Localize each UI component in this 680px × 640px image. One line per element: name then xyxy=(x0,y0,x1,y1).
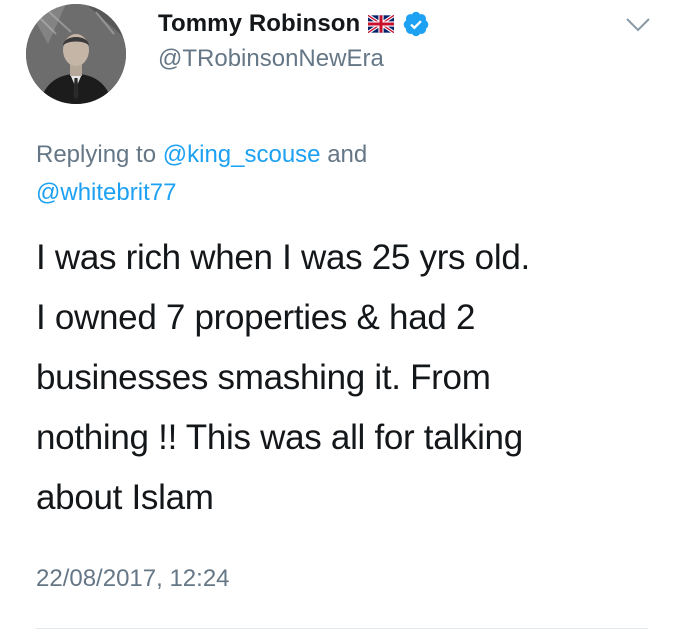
tweet-text-line: I owned 7 properties & had 2 xyxy=(36,298,476,337)
uk-flag-icon xyxy=(367,13,396,35)
tweet-text-line: I was rich when I was 25 yrs old. xyxy=(36,238,530,277)
chevron-down-icon xyxy=(626,18,650,32)
reply-joiner: and xyxy=(327,141,368,168)
tweet-text: I was rich when I was 25 yrs old. I owne… xyxy=(36,228,656,528)
user-handle[interactable]: @TRobinsonNewEra xyxy=(158,45,384,73)
avatar[interactable] xyxy=(26,4,126,104)
divider xyxy=(36,628,648,629)
reply-prefix: Replying to xyxy=(36,141,157,168)
tweet-text-line: nothing !! This was all for talking xyxy=(36,418,523,457)
reply-context: Replying to @king_scouse and @whitebrit7… xyxy=(36,136,646,212)
mention-link-whitebrit77[interactable]: @whitebrit77 xyxy=(36,179,176,206)
name-row: Tommy Robinson xyxy=(158,8,430,40)
tweet-text-line: businesses smashing it. From xyxy=(36,358,491,397)
mention-link-king-scouse[interactable]: @king_scouse xyxy=(163,141,321,168)
profile-photo xyxy=(26,4,126,104)
tweet-text-line: about Islam xyxy=(36,478,214,517)
tweet-timestamp[interactable]: 22/08/2017, 12:24 xyxy=(36,565,230,593)
display-name[interactable]: Tommy Robinson xyxy=(158,10,360,38)
verified-badge-icon xyxy=(402,10,430,38)
tweet-card: Tommy Robinson @TRobinsonNewEra Replying… xyxy=(0,0,680,640)
tweet-menu-button[interactable] xyxy=(623,10,653,40)
